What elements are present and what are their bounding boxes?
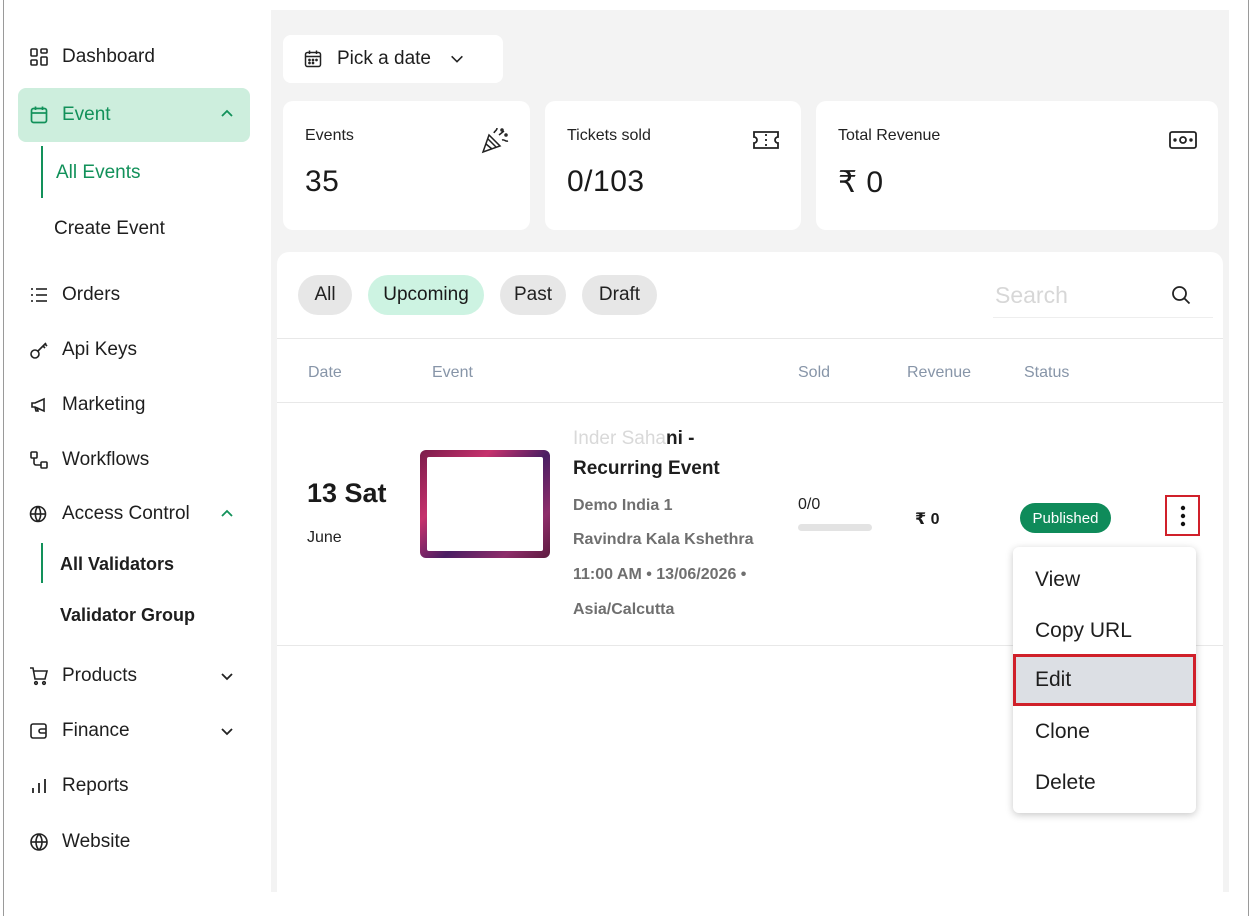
event-place: Ravindra Kala Kshethra [573,531,754,548]
sidebar-item-label: Marketing [62,394,146,415]
row-actions-button[interactable] [1165,495,1200,536]
filter-all[interactable]: All [298,275,352,315]
list-icon [28,284,50,306]
sidebar-item-event[interactable]: Event [18,88,250,142]
divider [277,402,1223,403]
row-actions-menu: View Copy URL Edit Clone Delete [1013,547,1196,813]
party-popper-icon [481,127,509,154]
column-header-revenue: Revenue [907,364,972,381]
sidebar-item-dashboard[interactable]: Dashboard [18,31,250,83]
globe-lock-icon [28,503,50,525]
sidebar-item-label: Event [62,104,111,125]
wallet-icon [28,720,50,742]
ticket-icon [753,131,779,149]
search-input[interactable] [995,278,1145,312]
workflow-icon [28,449,50,471]
column-header-status: Status [1024,364,1070,381]
stat-title: Tickets sold [567,127,651,144]
event-thumbnail [420,450,550,558]
sidebar-item-products[interactable]: Products [18,650,250,702]
sidebar-subitem-all-validators[interactable]: All Validators [44,544,174,584]
filter-upcoming[interactable]: Upcoming [368,275,484,315]
chevron-down-icon [451,55,463,63]
filter-draft[interactable]: Draft [582,275,657,315]
cart-icon [28,665,50,687]
sidebar-item-label: Orders [62,284,121,305]
sidebar-item-website[interactable]: Website [18,816,250,868]
sidebar-item-reports[interactable]: Reports [18,760,250,812]
sidebar-item-label: Access Control [62,503,190,524]
stat-value: ₹ 0 [838,166,884,199]
chevron-up-icon [221,509,233,517]
stat-card-revenue: Total Revenue ₹ 0 [816,101,1218,230]
more-vertical-icon [1180,505,1185,526]
event-title-faded: Inder Saha [573,428,666,449]
date-picker-label: Pick a date [337,48,431,69]
sidebar-item-label: Workflows [62,449,150,470]
key-icon [28,339,50,361]
sidebar-item-marketing[interactable]: Marketing [18,379,250,431]
menu-item-view[interactable]: View [1013,554,1196,606]
sidebar-item-workflows[interactable]: Workflows [18,434,250,486]
calendar-icon [304,50,322,68]
sidebar-item-finance[interactable]: Finance [18,705,250,757]
column-header-date: Date [308,364,342,381]
submenu-active-bar [41,543,43,583]
search-icon[interactable] [1171,285,1191,305]
sidebar-item-orders[interactable]: Orders [18,269,250,321]
stat-card-events: Events 35 [283,101,530,230]
menu-item-clone[interactable]: Clone [1013,706,1196,758]
column-header-sold: Sold [798,364,831,381]
filter-past[interactable]: Past [500,275,566,315]
status-badge: Published [1020,503,1111,533]
sidebar-item-label: Api Keys [62,339,137,360]
event-title-line2: Recurring Event [573,458,720,479]
sold-progress-bar [798,524,872,531]
event-datetime: 11:00 AM • 13/06/2026 • [573,566,747,583]
stat-title: Total Revenue [838,127,941,144]
date-picker[interactable]: Pick a date [283,35,503,83]
sidebar-subitem-all-events[interactable]: All Events [40,153,140,193]
menu-item-edit[interactable]: Edit [1013,654,1196,706]
event-title[interactable]: Inder Sahani - Recurring Event [573,424,720,484]
megaphone-icon [28,394,50,416]
revenue-value: ₹ 0 [915,511,940,528]
stat-card-tickets: Tickets sold 0/103 [545,101,801,230]
event-month: June [307,529,342,546]
menu-item-copy-url[interactable]: Copy URL [1013,605,1196,657]
sidebar-item-label: Website [62,831,131,852]
sidebar-item-label: Reports [62,775,129,796]
sidebar: Dashboard Event All Events Create Event … [4,0,270,916]
calendar-icon [28,104,50,126]
chevron-down-icon [221,728,233,736]
globe-icon [28,831,50,853]
divider [277,338,1223,339]
sidebar-item-label: Finance [62,720,130,741]
sidebar-item-label: Dashboard [62,46,155,67]
menu-item-delete[interactable]: Delete [1013,757,1196,809]
stat-value: 35 [305,165,340,198]
sold-count: 0/0 [798,496,821,513]
event-venue: Demo India 1 [573,497,673,514]
bar-chart-icon [28,775,50,797]
grid-icon [28,46,50,68]
sidebar-item-label: Products [62,665,137,686]
search-box [993,272,1213,318]
stat-title: Events [305,127,354,144]
stat-value: 0/103 [567,165,645,198]
event-timezone: Asia/Calcutta [573,601,675,618]
sidebar-item-api-keys[interactable]: Api Keys [18,324,250,376]
event-title-rest: ni - [665,428,695,449]
sidebar-item-access-control[interactable]: Access Control [18,488,250,540]
column-header-event: Event [432,364,473,381]
chevron-up-icon [221,109,233,117]
chevron-down-icon [221,673,233,681]
event-day: 13 Sat [307,478,387,508]
sidebar-subitem-create-event[interactable]: Create Event [38,209,165,249]
sidebar-subitem-validator-group[interactable]: Validator Group [44,595,195,635]
banknote-icon [1169,131,1197,149]
